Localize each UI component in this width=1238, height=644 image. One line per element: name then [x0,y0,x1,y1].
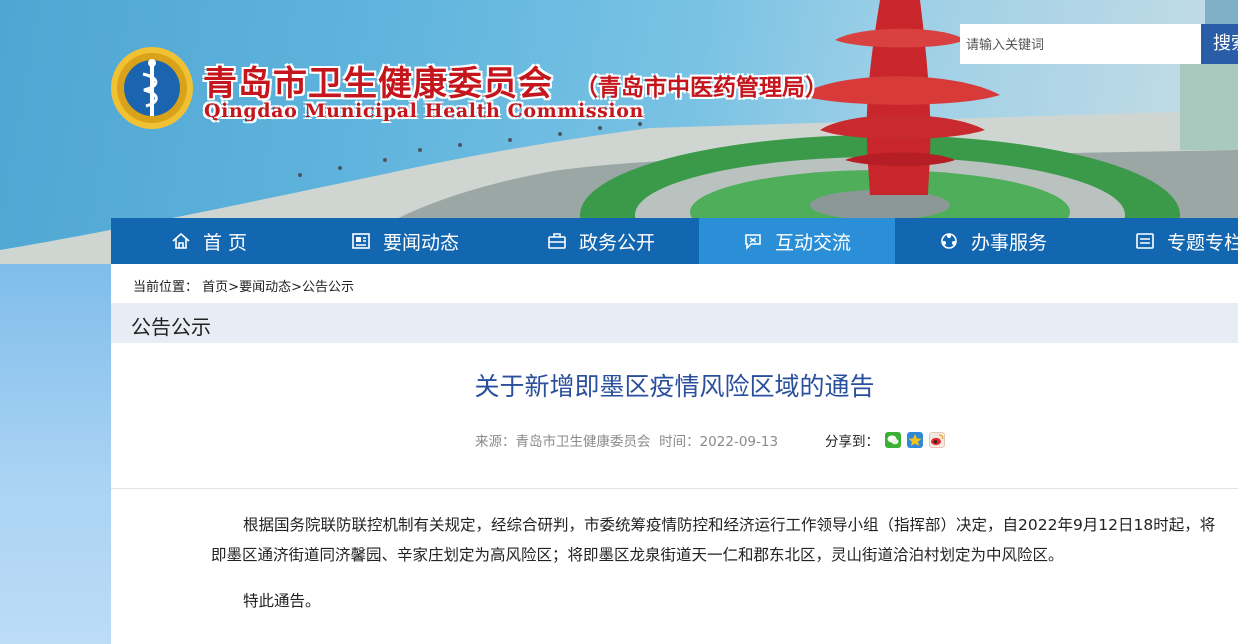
breadcrumb-home[interactable]: 首页 [202,280,228,295]
left-background-strip [0,264,111,644]
qzone-icon[interactable] [907,432,923,448]
source-value: 青岛市卫生健康委员会 [515,434,651,450]
health-caduceus-seal-icon [111,47,193,129]
article-paragraph: 特此通告。 [243,592,321,610]
share-label: 分享到： [825,434,879,450]
wechat-icon[interactable] [885,432,901,448]
article-meta: 来源：青岛市卫生健康委员会 时间：2022-09-13 [475,430,778,450]
breadcrumb: 当前位置： 首页>要闻动态>公告公示 [133,276,354,295]
nav-item-interaction[interactable]: 互动交流 [699,218,895,264]
nav-item-label: 首 页 [202,231,248,254]
time-label: 时间： [659,434,700,450]
nav-item-label: 要闻动态 [382,231,459,254]
interaction-icon [745,234,761,250]
news-icon [352,233,370,249]
breadcrumb-prefix: 当前位置： [133,280,199,295]
share-bar: 分享到： [825,430,945,450]
section-title: 公告公示 [131,315,211,339]
site-title: 青岛市卫生健康委员会 [203,64,553,104]
article-title: 关于新增即墨区疫情风险区域的通告 [474,372,875,401]
nav-item-news[interactable]: 要闻动态 [307,218,503,264]
nav-item-label: 互动交流 [774,231,851,254]
main-nav: 首 页 要闻动态 政务公开 互动交流 办事服务 专题专栏 [111,218,1238,264]
search-button[interactable]: 搜索 [1201,24,1238,64]
topic-icon [1136,233,1154,249]
time-value: 2022-09-13 [699,434,779,450]
breadcrumb-notices[interactable]: 公告公示 [302,280,354,295]
nav-item-topics[interactable]: 专题专栏 [1091,218,1238,264]
search-input[interactable] [960,24,1201,64]
main-content: 当前位置： 首页>要闻动态>公告公示 公告公示 关于新增即墨区疫情风险区域的通告… [111,264,1238,644]
home-icon [172,232,190,249]
nav-item-label: 专题专栏 [1166,231,1238,254]
breadcrumb-separator: > [291,280,302,295]
nav-item-services[interactable]: 办事服务 [895,218,1091,264]
nav-item-home[interactable]: 首 页 [111,218,307,264]
section-header: 公告公示 [111,303,1238,343]
site-title-english: Qingdao Municipal Health Commission [204,100,644,122]
nav-item-gov-affairs[interactable]: 政务公开 [503,218,699,264]
service-icon [941,233,957,249]
breadcrumb-news[interactable]: 要闻动态 [239,280,291,295]
nav-item-label: 政务公开 [578,231,655,254]
article-paragraph: 根据国务院联防联控机制有关规定，经综合研判，市委统筹疫情防控和经济运行工作领导小… [211,516,1216,564]
nav-item-label: 办事服务 [970,231,1047,254]
divider [111,488,1238,489]
weibo-icon[interactable] [929,432,945,448]
source-label: 来源： [475,434,516,450]
site-subtitle: （青岛市中医药管理局） [575,74,828,101]
breadcrumb-separator: > [228,280,240,295]
briefcase-icon [548,233,566,249]
